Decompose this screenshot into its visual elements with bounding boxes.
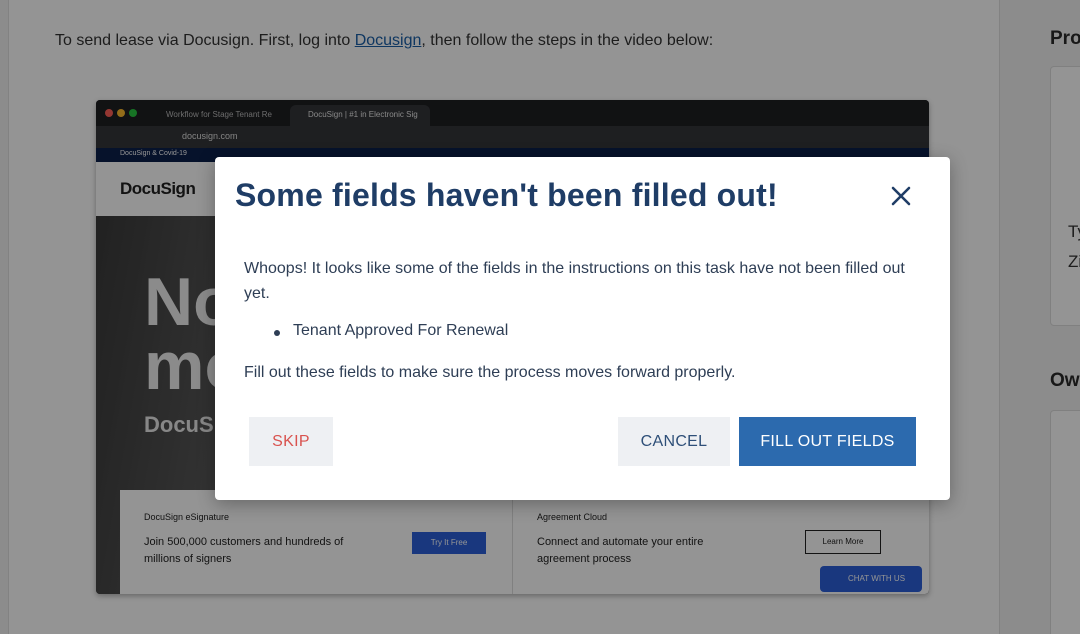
- cancel-button[interactable]: CANCEL: [618, 417, 730, 466]
- close-icon[interactable]: [886, 181, 916, 211]
- missing-field-item: Tenant Approved For Renewal: [273, 322, 508, 340]
- fill-out-fields-button[interactable]: FILL OUT FIELDS: [739, 417, 916, 466]
- missing-fields-dialog: Some fields haven't been filled out! Who…: [215, 157, 950, 500]
- dialog-footer-text: Fill out these fields to make sure the p…: [244, 364, 736, 381]
- dialog-message: Whoops! It looks like some of the fields…: [244, 260, 905, 302]
- missing-fields-list: Tenant Approved For Renewal: [273, 322, 508, 340]
- dialog-title: Some fields haven't been filled out!: [235, 177, 778, 213]
- skip-button[interactable]: SKIP: [249, 417, 333, 466]
